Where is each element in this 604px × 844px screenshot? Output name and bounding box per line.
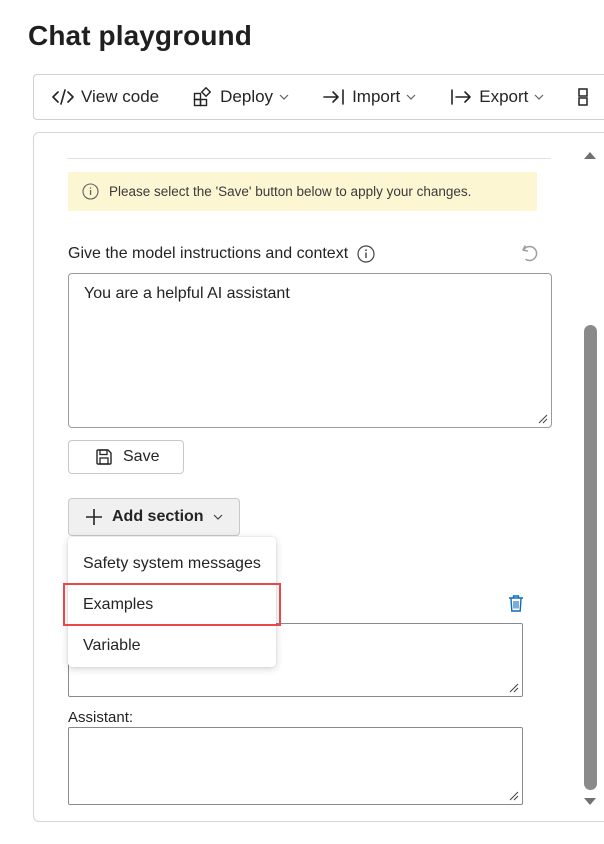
scrollbar-thumb[interactable] xyxy=(584,325,597,790)
scroll-up-arrow-icon[interactable] xyxy=(583,151,597,160)
resize-handle-icon[interactable] xyxy=(538,414,548,424)
chevron-down-icon xyxy=(213,514,222,520)
chevron-down-icon xyxy=(534,94,544,100)
system-message-textarea[interactable]: You are a helpful AI assistant xyxy=(68,273,552,428)
chevron-down-icon xyxy=(279,94,289,100)
page-title: Chat playground xyxy=(28,20,252,51)
info-icon xyxy=(82,183,99,200)
menu-item-safety-system-messages[interactable]: Safety system messages xyxy=(68,543,276,584)
save-label: Save xyxy=(123,448,160,465)
instructions-label: Give the model instructions and context xyxy=(68,245,375,263)
add-section-menu: Safety system messages Examples Variable xyxy=(63,537,281,667)
menu-item-variable[interactable]: Variable xyxy=(68,625,276,666)
resize-handle-icon[interactable] xyxy=(509,791,519,801)
code-icon xyxy=(52,89,74,105)
system-message-panel: Please select the 'Save' button below to… xyxy=(33,132,604,822)
import-icon xyxy=(323,89,344,105)
grid-icon xyxy=(578,88,589,106)
deploy-button[interactable]: Deploy xyxy=(193,87,289,107)
import-button[interactable]: Import xyxy=(323,87,416,107)
assistant-example-textarea[interactable] xyxy=(68,727,523,805)
plus-icon xyxy=(86,509,102,525)
save-button[interactable]: Save xyxy=(68,440,184,474)
export-icon xyxy=(451,89,472,105)
export-button[interactable]: Export xyxy=(450,87,544,107)
system-message-text: You are a helpful AI assistant xyxy=(84,285,290,302)
deploy-label: Deploy xyxy=(220,87,274,106)
delete-icon[interactable] xyxy=(508,594,524,613)
warning-text: Please select the 'Save' button below to… xyxy=(109,184,472,199)
menu-item-examples[interactable]: Examples xyxy=(63,583,281,626)
save-icon xyxy=(96,449,112,465)
view-code-label: View code xyxy=(81,87,160,106)
deploy-icon xyxy=(193,87,212,107)
scroll-down-arrow-icon[interactable] xyxy=(583,797,597,806)
add-section-button[interactable]: Add section xyxy=(68,498,240,536)
view-code-button[interactable]: View code xyxy=(52,87,159,107)
resize-handle-icon[interactable] xyxy=(509,683,519,693)
save-warning-banner: Please select the 'Save' button below to… xyxy=(68,172,537,211)
assistant-label: Assistant: xyxy=(68,709,134,726)
divider xyxy=(67,158,551,159)
chevron-down-icon xyxy=(406,94,416,100)
add-section-label: Add section xyxy=(112,508,204,525)
info-icon[interactable] xyxy=(357,245,375,263)
more-options-button[interactable] xyxy=(578,87,592,107)
export-label: Export xyxy=(479,87,529,106)
undo-icon[interactable] xyxy=(520,243,540,263)
import-label: Import xyxy=(352,87,401,106)
toolbar: View code Deploy Import Export xyxy=(33,74,604,120)
